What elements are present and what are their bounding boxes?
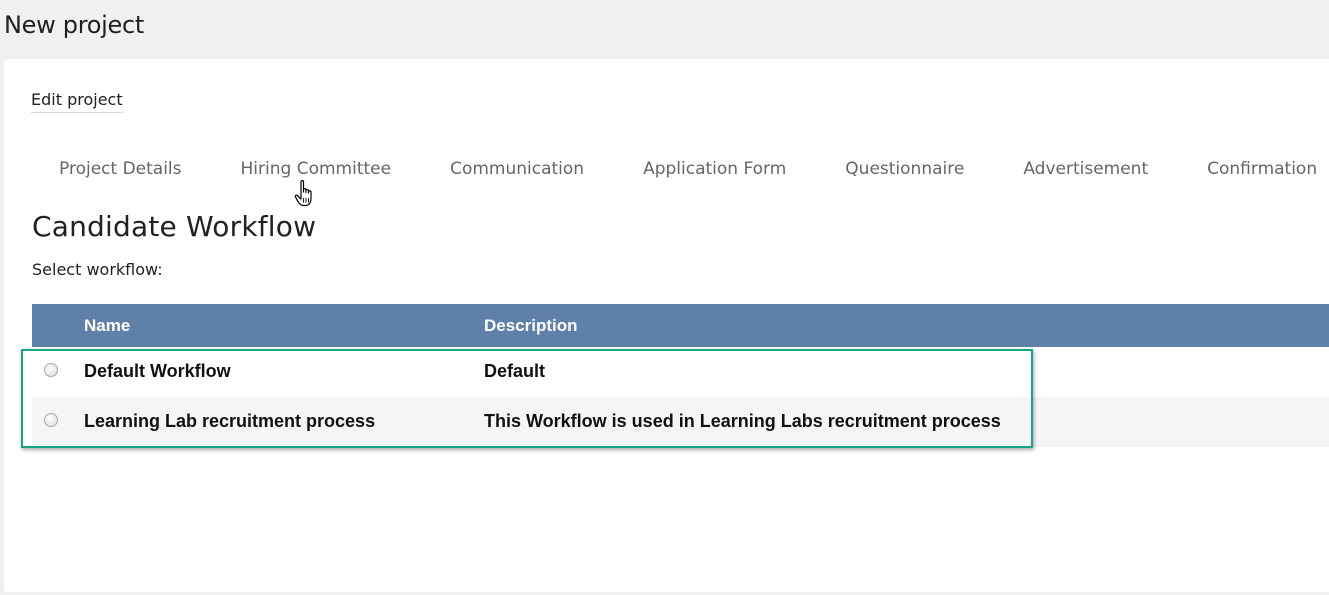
table-row[interactable]: Learning Lab recruitment process This Wo… (32, 397, 1329, 447)
tab-communication[interactable]: Communication (450, 159, 584, 179)
hand-pointer-icon (294, 180, 312, 207)
radio-button-icon[interactable] (44, 413, 58, 427)
section-heading: Candidate Workflow (32, 210, 317, 243)
column-header-description: Description (484, 316, 578, 335)
select-workflow-label: Select workflow: (32, 260, 163, 279)
tab-questionnaire[interactable]: Questionnaire (845, 159, 964, 179)
table-row[interactable]: Default Workflow Default (32, 347, 1329, 397)
edit-project-label: Edit project (31, 90, 123, 113)
tab-project-details[interactable]: Project Details (59, 159, 182, 179)
tab-advertisement[interactable]: Advertisement (1023, 159, 1148, 179)
column-header-name: Name (84, 316, 131, 335)
workflow-name: Learning Lab recruitment process (84, 411, 376, 431)
workflow-name: Default Workflow (84, 361, 231, 381)
project-tabs: Project Details Hiring Committee Communi… (59, 159, 1317, 179)
workflow-table: Name Description Default Workflow Defaul… (32, 304, 1329, 447)
workflow-description: Default (484, 361, 546, 381)
tab-hiring-committee[interactable]: Hiring Committee (241, 159, 392, 179)
workflow-description: This Workflow is used in Learning Labs r… (484, 411, 1001, 431)
radio-button-icon[interactable] (44, 363, 58, 377)
edit-project-card: Edit project Project Details Hiring Comm… (4, 59, 1329, 592)
page-title: New project (4, 11, 144, 39)
tab-confirmation[interactable]: Confirmation (1207, 159, 1317, 179)
table-header: Name Description (32, 304, 1329, 347)
tab-application-form[interactable]: Application Form (643, 159, 786, 179)
